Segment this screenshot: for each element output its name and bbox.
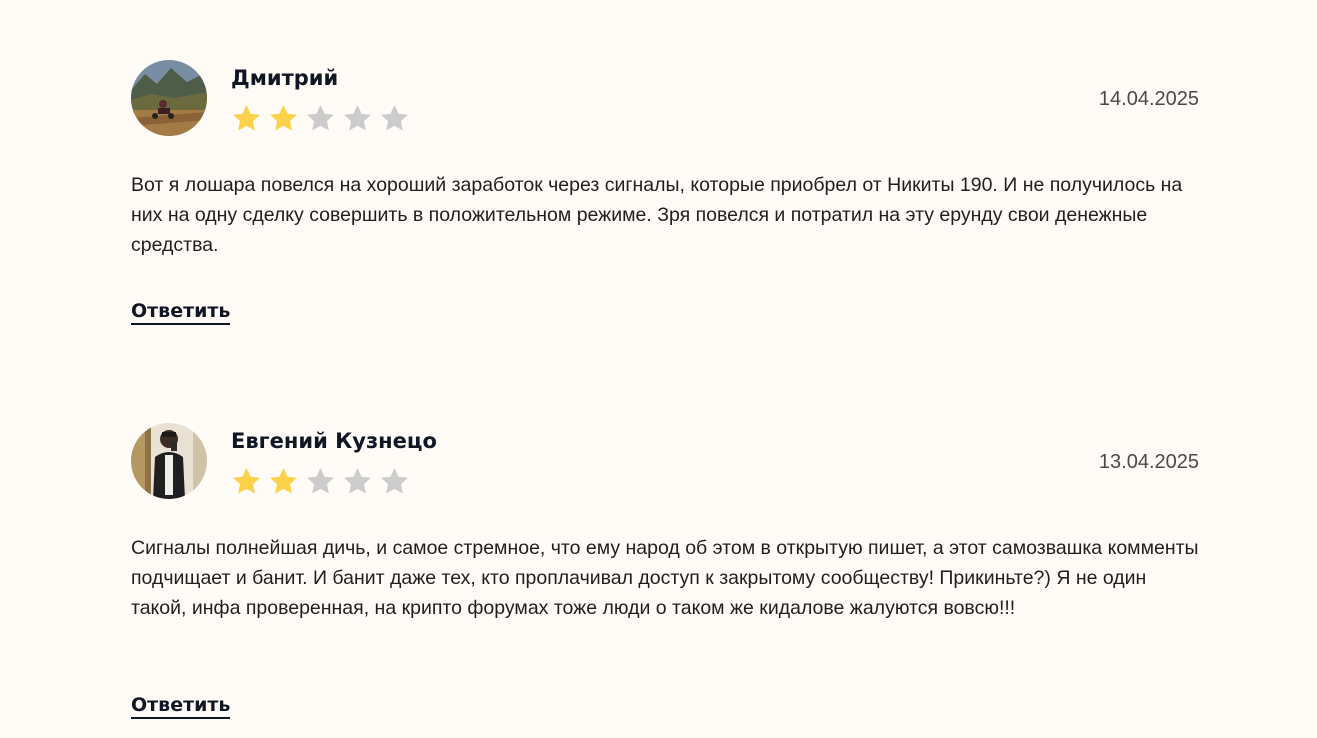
- review-text: Сигналы полнейшая дичь, и самое стремное…: [131, 537, 1199, 619]
- review-date: 13.04.2025: [1098, 451, 1199, 473]
- avatar-photo-landscape: [131, 60, 207, 136]
- review-author: Евгений Кузнецо: [231, 429, 437, 453]
- review-author: Дмитрий: [231, 66, 339, 90]
- star-empty-icon: [344, 468, 371, 494]
- avatar: [131, 60, 207, 136]
- star-empty-icon: [307, 468, 334, 494]
- review-text: Вот я лошара повелся на хороший заработо…: [131, 174, 1183, 256]
- rating-stars: [229, 102, 412, 135]
- star-empty-icon: [381, 105, 408, 131]
- avatar-photo-person: [131, 423, 207, 499]
- star-filled-icon: [270, 468, 297, 494]
- star-filled-icon: [233, 105, 260, 131]
- reply-link[interactable]: Ответить: [131, 694, 231, 719]
- star-empty-icon: [381, 468, 408, 494]
- avatar: [131, 423, 207, 499]
- review-date: 14.04.2025: [1098, 88, 1199, 110]
- star-empty-icon: [307, 105, 334, 131]
- star-empty-icon: [344, 105, 371, 131]
- star-filled-icon: [270, 105, 297, 131]
- reply-link[interactable]: Ответить: [131, 300, 231, 325]
- star-filled-icon: [233, 468, 260, 494]
- rating-stars: [229, 465, 412, 498]
